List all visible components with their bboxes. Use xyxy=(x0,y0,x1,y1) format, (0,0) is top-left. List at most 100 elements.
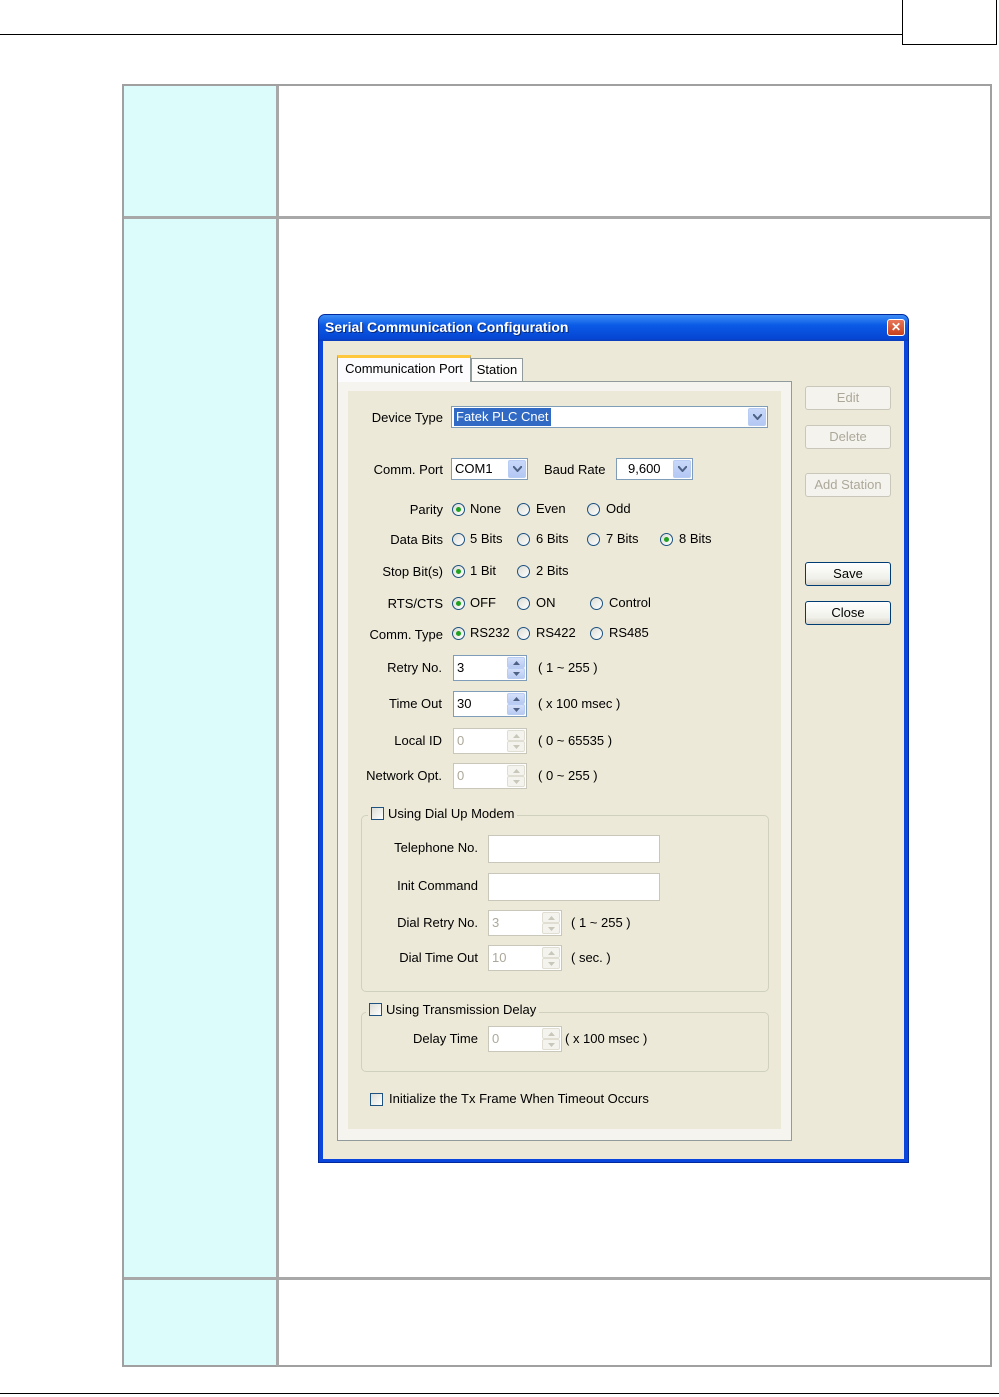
dial-timeout-value: 10 xyxy=(492,950,507,965)
dial-up-group-header: Using Dial Up Modem xyxy=(368,806,518,821)
data-bits-5-radio[interactable] xyxy=(452,533,465,546)
time-out-spinner[interactable]: 30 xyxy=(453,691,527,717)
telephone-input[interactable] xyxy=(488,835,660,863)
device-type-label: Device Type xyxy=(371,410,443,425)
parity-label: Parity xyxy=(409,502,443,517)
comm-type-rs422-radio[interactable] xyxy=(517,627,530,640)
edit-button[interactable]: Edit xyxy=(805,386,891,410)
local-id-range: ( 0 ~ 65535 ) xyxy=(538,733,613,748)
parity-odd-radio[interactable] xyxy=(587,503,600,516)
table-row-divider-2 xyxy=(124,1277,990,1280)
chevron-down-icon[interactable] xyxy=(673,460,691,478)
comm-port-label: Comm. Port xyxy=(373,462,443,477)
comm-type-rs485-radio[interactable] xyxy=(590,627,603,640)
local-id-label: Local ID xyxy=(394,733,442,748)
rts-on-radio[interactable] xyxy=(517,597,530,610)
header-rule xyxy=(0,34,902,35)
form-area: Device Type Fatek PLC Cnet Comm. Port CO… xyxy=(348,391,781,1129)
data-bits-label: Data Bits xyxy=(390,532,443,547)
spin-down-icon xyxy=(542,958,560,969)
chevron-down-icon[interactable] xyxy=(748,408,766,426)
dialog-client-area: Communication Port Station Device Type F… xyxy=(323,341,904,1159)
rts-control-radio[interactable] xyxy=(590,597,603,610)
retry-no-value: 3 xyxy=(457,660,465,675)
dial-up-label: Using Dial Up Modem xyxy=(388,806,515,821)
comm-type-label: Comm. Type xyxy=(369,627,443,642)
table-row-1-left-cell xyxy=(124,86,276,216)
footer-rule xyxy=(0,1393,999,1394)
comm-type-rs485-label: RS485 xyxy=(609,625,649,640)
spin-up-icon xyxy=(507,730,525,741)
init-command-input[interactable] xyxy=(488,873,660,901)
comm-port-select[interactable]: COM1 xyxy=(451,458,528,480)
spin-up-icon[interactable] xyxy=(507,657,525,668)
delay-time-spinner[interactable]: 0 xyxy=(488,1026,562,1052)
dial-timeout-spinner[interactable]: 10 xyxy=(488,945,562,971)
parity-odd-label: Odd xyxy=(606,501,631,516)
spin-up-icon xyxy=(507,765,525,776)
init-tx-label: Initialize the Tx Frame When Timeout Occ… xyxy=(389,1091,649,1106)
table-row-2-left-cell xyxy=(124,219,276,1277)
serial-config-dialog: Serial Communication Configuration ✕ Com… xyxy=(318,314,909,1163)
spin-down-icon xyxy=(542,923,560,934)
retry-no-range: ( 1 ~ 255 ) xyxy=(538,660,598,675)
table-row-divider-1 xyxy=(124,216,990,219)
data-bits-7-radio[interactable] xyxy=(587,533,600,546)
data-bits-6-radio[interactable] xyxy=(517,533,530,546)
stop-bits-2-radio[interactable] xyxy=(517,565,530,578)
tx-delay-checkbox[interactable] xyxy=(369,1003,382,1016)
table-row-3-left-cell xyxy=(124,1280,276,1365)
rts-off-label: OFF xyxy=(470,595,496,610)
close-icon[interactable]: ✕ xyxy=(887,319,905,336)
close-button[interactable]: Close xyxy=(805,601,891,625)
dial-retry-spinner[interactable]: 3 xyxy=(488,910,562,936)
spin-up-icon xyxy=(542,947,560,958)
save-button[interactable]: Save xyxy=(805,562,891,586)
tab-station[interactable]: Station xyxy=(471,358,523,381)
time-out-label: Time Out xyxy=(389,696,442,711)
rts-cts-label: RTS/CTS xyxy=(387,596,443,611)
comm-type-rs232-radio[interactable] xyxy=(452,627,465,640)
parity-even-radio[interactable] xyxy=(517,503,530,516)
delete-button[interactable]: Delete xyxy=(805,425,891,449)
stop-bits-label: Stop Bit(s) xyxy=(382,564,443,579)
stop-bits-2-label: 2 Bits xyxy=(536,563,569,578)
spin-down-icon xyxy=(507,776,525,787)
data-bits-5-label: 5 Bits xyxy=(470,531,503,546)
dial-retry-label: Dial Retry No. xyxy=(397,915,478,930)
add-station-button[interactable]: Add Station xyxy=(805,473,891,497)
spin-down-icon xyxy=(542,1039,560,1050)
spin-up-icon[interactable] xyxy=(507,693,525,704)
dialog-titlebar[interactable]: Serial Communication Configuration ✕ xyxy=(319,315,908,341)
device-type-select[interactable]: Fatek PLC Cnet xyxy=(451,406,768,428)
tab-communication-port[interactable]: Communication Port xyxy=(337,355,471,382)
local-id-spinner[interactable]: 0 xyxy=(453,728,527,754)
init-tx-checkbox[interactable] xyxy=(370,1093,383,1106)
rts-control-label: Control xyxy=(609,595,651,610)
parity-even-label: Even xyxy=(536,501,566,516)
init-command-label: Init Command xyxy=(397,878,478,893)
tx-delay-label: Using Transmission Delay xyxy=(386,1002,537,1017)
data-bits-8-radio[interactable] xyxy=(660,533,673,546)
rts-off-radio[interactable] xyxy=(452,597,465,610)
spin-up-icon xyxy=(542,1028,560,1039)
data-bits-6-label: 6 Bits xyxy=(536,531,569,546)
baud-rate-label: Baud Rate xyxy=(544,462,606,477)
dial-up-checkbox[interactable] xyxy=(371,807,384,820)
network-opt-value: 0 xyxy=(457,768,465,783)
comm-port-value: COM1 xyxy=(455,461,493,476)
data-bits-7-label: 7 Bits xyxy=(606,531,639,546)
network-opt-label: Network Opt. xyxy=(366,768,442,783)
parity-none-radio[interactable] xyxy=(452,503,465,516)
chevron-down-icon[interactable] xyxy=(508,460,526,478)
spin-down-icon[interactable] xyxy=(507,704,525,715)
dial-retry-value: 3 xyxy=(492,915,500,930)
time-out-value: 30 xyxy=(457,696,472,711)
baud-rate-select[interactable]: 9,600 xyxy=(616,458,693,480)
retry-no-spinner[interactable]: 3 xyxy=(453,655,527,681)
local-id-value: 0 xyxy=(457,733,465,748)
stop-bits-1-radio[interactable] xyxy=(452,565,465,578)
network-opt-spinner[interactable]: 0 xyxy=(453,763,527,789)
spin-down-icon[interactable] xyxy=(507,668,525,679)
dialog-title: Serial Communication Configuration xyxy=(325,319,569,335)
